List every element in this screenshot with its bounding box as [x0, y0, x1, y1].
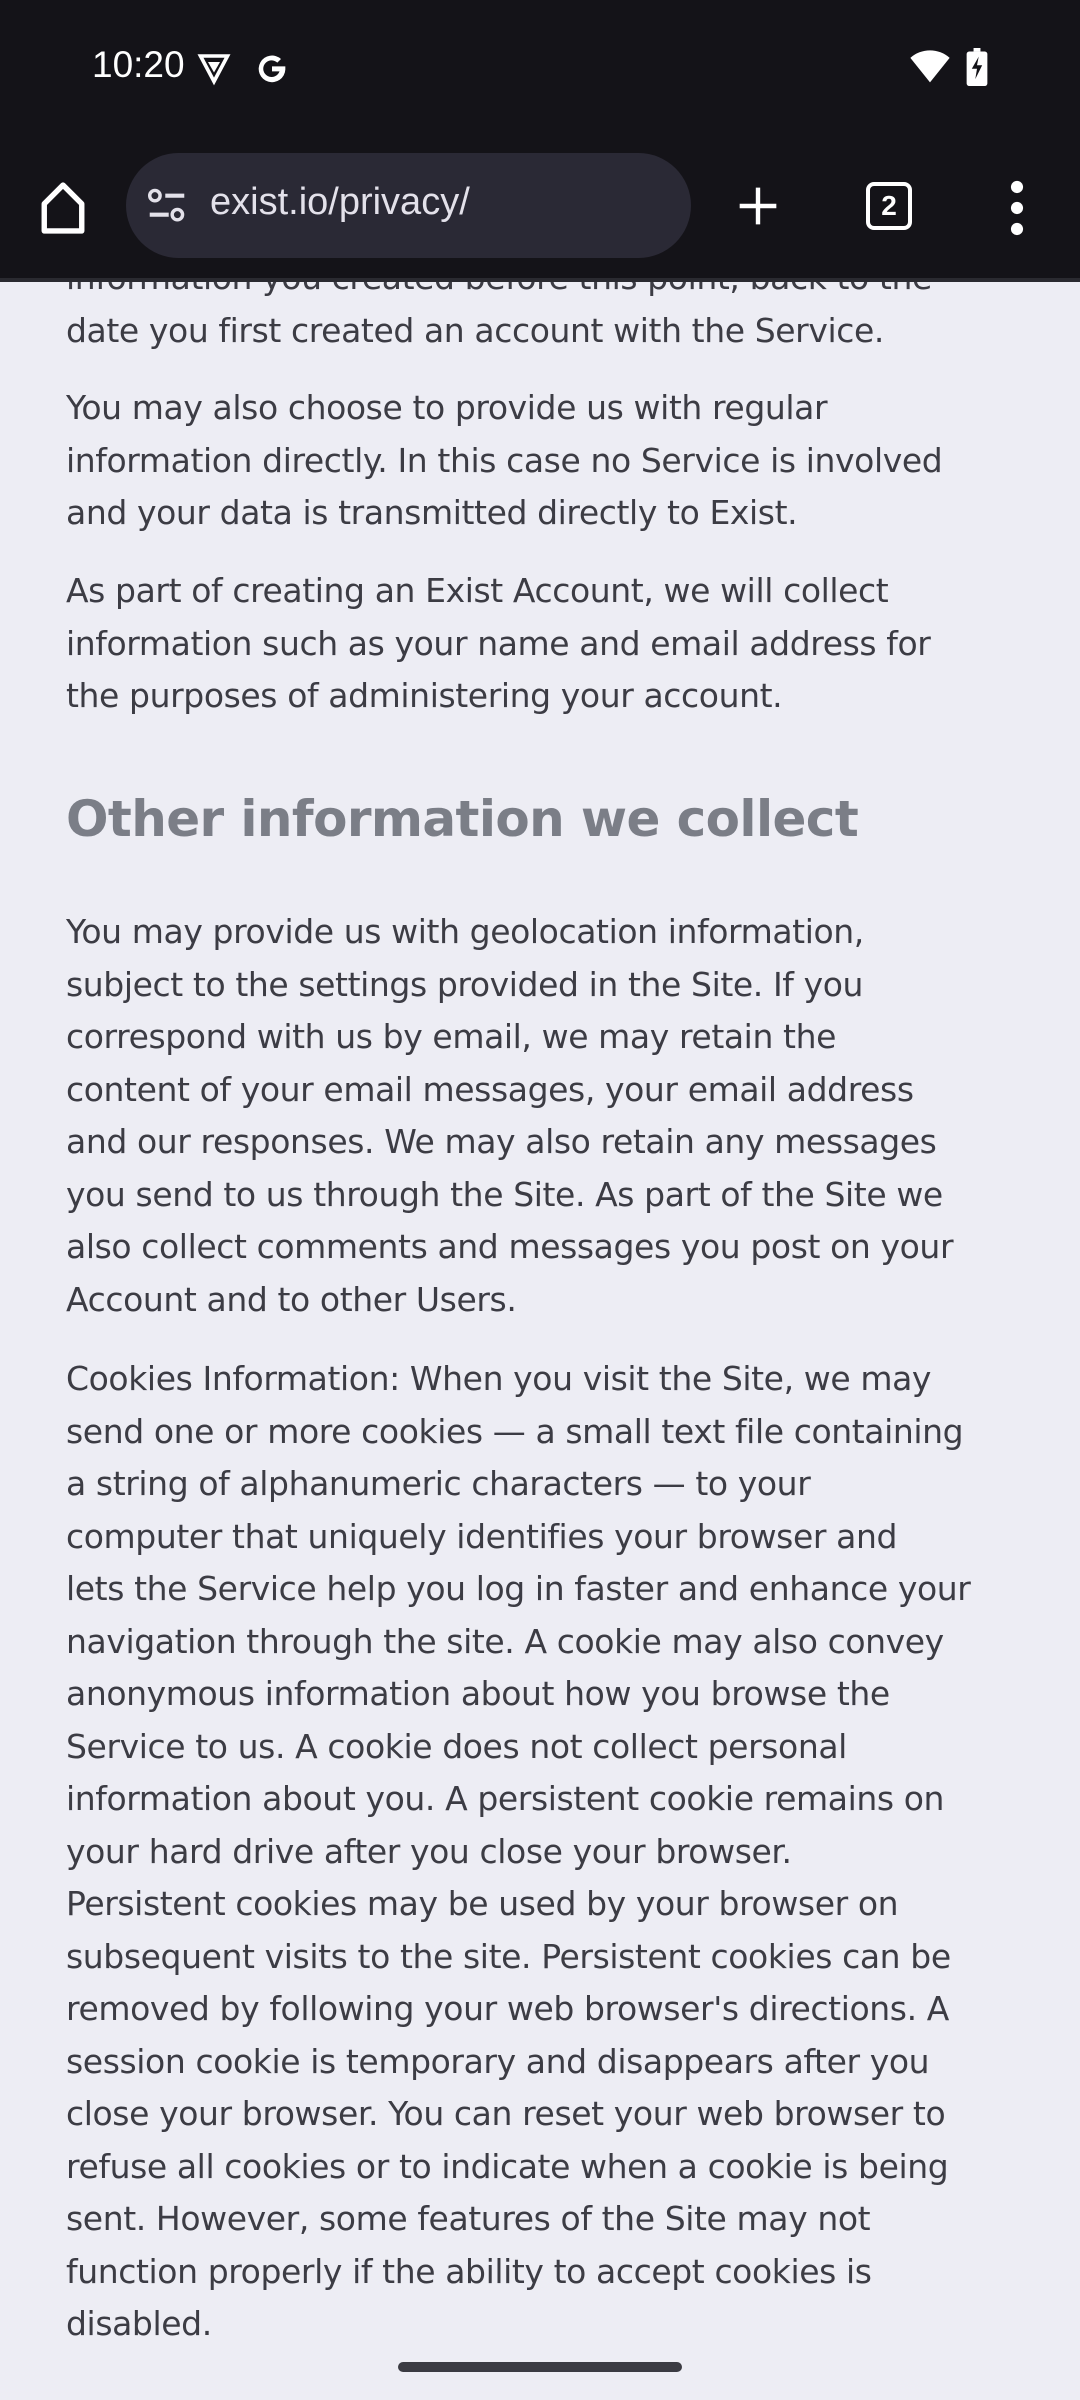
new-tab-icon[interactable] [736, 184, 780, 228]
paragraph-line: refuse all cookies or to indicate when a… [66, 2146, 949, 2186]
google-icon [258, 55, 286, 83]
home-icon[interactable] [38, 180, 88, 236]
paragraph-line: As part of creating an Exist Account, we… [66, 571, 889, 610]
paragraph-line: a string of alphanumeric characters — to… [66, 1464, 811, 1503]
site-settings-icon[interactable] [146, 187, 188, 225]
status-bar: 10:20 [0, 0, 1080, 140]
paragraph-line: also collect comments and messages you p… [66, 1227, 954, 1266]
paragraph-line: information such as your name and email … [66, 623, 931, 663]
address-bar[interactable]: exist.io/privacy/ [126, 153, 691, 258]
paragraph-line: removed by following your web browser's … [66, 1989, 949, 2028]
paragraph-line: Persistent cookies may be used by your b… [66, 1884, 899, 1923]
paragraph-line: disabled. [66, 2304, 212, 2343]
paragraph-line: navigation through the site. A cookie ma… [66, 1621, 944, 1661]
paragraph-line: date you first created an account with t… [66, 310, 884, 350]
paragraph-line: subject to the settings provided in the … [66, 964, 864, 1004]
paragraph-line: correspond with us by email, we may reta… [66, 1017, 837, 1056]
paragraph-line: session cookie is temporary and disappea… [66, 2041, 930, 2081]
paragraph-line: You may provide us with geolocation info… [66, 912, 864, 951]
url-text[interactable]: exist.io/privacy/ [210, 181, 470, 224]
paragraph-line: you send to us through the Site. As part… [66, 1174, 943, 1214]
paragraph-line: and your data is transmitted directly to… [66, 493, 798, 532]
browser-toolbar: exist.io/privacy/ 2 [0, 140, 1080, 282]
paragraph-line: You may also choose to provide us with r… [66, 388, 828, 427]
wifi-icon [910, 50, 950, 83]
paragraph-line: and our responses. We may also retain an… [66, 1122, 937, 1161]
paragraph-line: information you created before this poin… [66, 282, 932, 304]
paragraph-line: your hard drive after you close your bro… [66, 1831, 792, 1871]
paragraph-line: send one or more cookies — a small text … [66, 1411, 964, 1451]
status-time: 10:20 [92, 44, 185, 85]
paragraph-line: Cookies Information: When you visit the … [66, 1359, 932, 1398]
paragraph-line: close your browser. You can reset your w… [66, 2094, 946, 2133]
tab-switcher-button[interactable]: 2 [866, 182, 912, 230]
paragraph-line: the purposes of administering your accou… [66, 676, 783, 715]
paragraph-line: information about you. A persistent cook… [66, 1779, 945, 1818]
home-indicator[interactable] [398, 2362, 682, 2372]
paragraph-line: function properly if the ability to acce… [66, 2251, 872, 2291]
more-menu-icon[interactable] [1004, 180, 1030, 236]
battery-charging-icon [966, 48, 988, 86]
paragraph-line: computer that uniquely identifies your b… [66, 1516, 898, 1556]
section-heading: Other information we collect [66, 790, 859, 848]
paragraph-line: subsequent visits to the site. Persisten… [66, 1936, 951, 1976]
paragraph-line: lets the Service help you log in faster … [66, 1569, 971, 1608]
paragraph-line: content of your email messages, your ema… [66, 1069, 914, 1109]
paragraph-line: Service to us. A cookie does not collect… [66, 1726, 847, 1766]
paragraph-line: Account and to other Users. [66, 1279, 517, 1319]
paragraph-line: sent. However, some features of the Site… [66, 2199, 871, 2238]
vpn-shield-icon [197, 54, 231, 86]
privacy-page-content: information you created before this poin… [66, 282, 1056, 2400]
paragraph-line: information directly. In this case no Se… [66, 440, 943, 480]
paragraph-line: anonymous information about how you brow… [66, 1674, 890, 1713]
